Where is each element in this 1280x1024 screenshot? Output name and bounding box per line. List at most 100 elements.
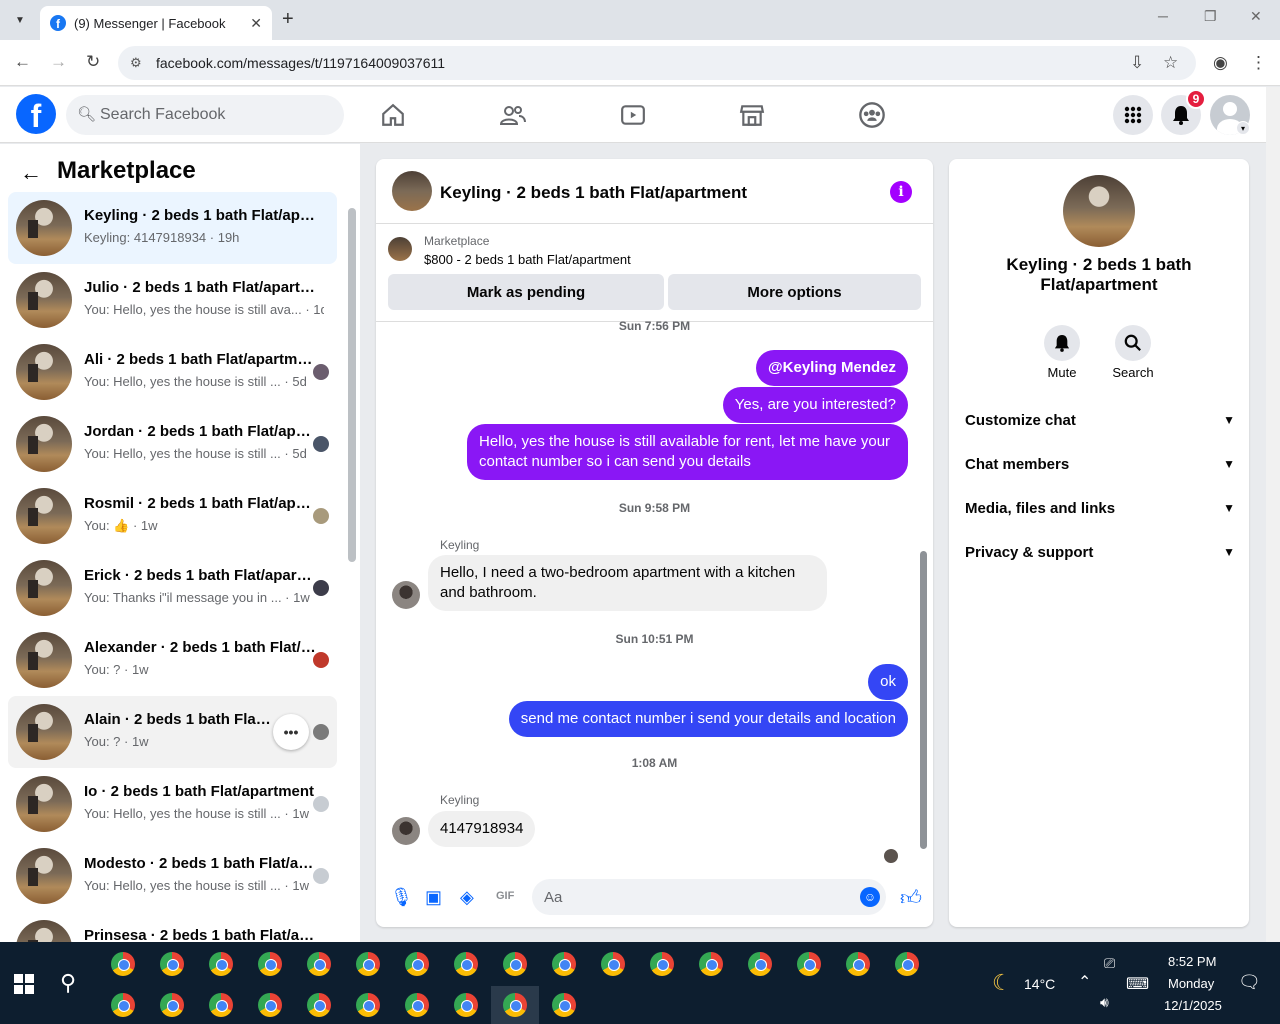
search-icon[interactable]: [1115, 325, 1151, 361]
taskbar-chrome-icon[interactable]: [209, 993, 233, 1017]
close-window-icon[interactable]: ✕: [1250, 8, 1262, 25]
taskbar-chrome-icon[interactable]: [454, 952, 478, 976]
gif-icon[interactable]: GIF: [496, 890, 514, 902]
section-media-files-links[interactable]: Media, files and links ▼: [965, 496, 1235, 520]
taskbar-chrome-icon[interactable]: [601, 952, 625, 976]
mute-bell-icon[interactable]: [1044, 325, 1080, 361]
taskbar-chrome-icon[interactable]: [405, 993, 429, 1017]
taskbar-chrome-icon[interactable]: [356, 952, 380, 976]
groups-icon[interactable]: [857, 100, 887, 130]
taskbar-chrome-icon[interactable]: [552, 993, 576, 1017]
conversation-avatar[interactable]: [392, 171, 432, 211]
sender-avatar[interactable]: [392, 817, 420, 845]
taskbar-chrome-icon[interactable]: [307, 993, 331, 1017]
taskbar-chrome-icon[interactable]: [258, 952, 282, 976]
sticker-icon[interactable]: ◈: [460, 887, 474, 908]
chat-item-ali[interactable]: Ali · 2 beds 1 bath Flat/apartment You: …: [8, 336, 337, 408]
tab-search-dropdown[interactable]: ▼: [8, 8, 32, 32]
back-icon[interactable]: ←: [14, 52, 31, 72]
taskbar-chrome-icon[interactable]: [503, 993, 527, 1017]
taskbar-chrome-icon[interactable]: [160, 952, 184, 976]
menu-grid-icon[interactable]: [1113, 95, 1153, 135]
listing-avatar-large[interactable]: [1063, 175, 1135, 247]
taskbar-chrome-icon[interactable]: [699, 952, 723, 976]
taskbar-search-icon[interactable]: ⚲: [60, 970, 76, 996]
forward-icon[interactable]: →: [50, 52, 67, 72]
clock-time[interactable]: 8:52 PM: [1168, 954, 1216, 969]
chevron-down-icon[interactable]: ▾: [1236, 121, 1250, 135]
chat-list-scrollbar[interactable]: [348, 208, 356, 562]
info-icon[interactable]: i: [890, 181, 912, 203]
message-outgoing[interactable]: send me contact number i send your detai…: [508, 701, 908, 737]
taskbar-app-icon[interactable]: [111, 952, 135, 976]
more-options-button[interactable]: More options: [668, 274, 921, 310]
taskbar-chrome-icon[interactable]: [454, 993, 478, 1017]
section-chat-members[interactable]: Chat members ▼: [965, 452, 1235, 476]
notification-center-icon[interactable]: 🗨︎: [1238, 972, 1261, 993]
meet-icon[interactable]: ⎚: [1104, 955, 1115, 972]
minimize-icon[interactable]: ─: [1158, 8, 1168, 24]
clock-date[interactable]: 12/1/2025: [1164, 998, 1222, 1013]
url-field[interactable]: ⚙ facebook.com/messages/t/11971640090376…: [118, 46, 1196, 80]
weather-moon-icon[interactable]: ☾: [992, 970, 1012, 996]
show-hidden-icons-icon[interactable]: ⌃: [1078, 972, 1091, 992]
taskbar-chrome-icon[interactable]: [111, 993, 135, 1017]
chat-item-prinsesa[interactable]: Prinsesa · 2 beds 1 bath Flat/apartment: [8, 912, 337, 942]
taskbar-chrome-icon[interactable]: [160, 993, 184, 1017]
taskbar-chrome-icon[interactable]: [258, 993, 282, 1017]
thumbs-up-icon[interactable]: 👍︎: [900, 885, 922, 911]
message-incoming[interactable]: 4147918934: [428, 811, 536, 847]
conversation-title[interactable]: Keyling · 2 beds 1 bath Flat/apartment: [440, 183, 747, 203]
sender-avatar[interactable]: [392, 581, 420, 609]
friends-icon[interactable]: [498, 100, 528, 130]
video-icon[interactable]: [618, 100, 648, 130]
photo-icon[interactable]: ▣: [425, 887, 442, 908]
marketplace-icon[interactable]: [737, 100, 767, 130]
taskbar-chrome-icon[interactable]: [846, 952, 870, 976]
message-outgoing[interactable]: Hello, yes the house is still available …: [467, 424, 908, 480]
taskbar-chrome-icon[interactable]: [552, 952, 576, 976]
taskbar-chrome-icon[interactable]: [503, 952, 527, 976]
browser-tab[interactable]: f (9) Messenger | Facebook ✕: [40, 6, 272, 40]
page-scrollbar[interactable]: [1266, 87, 1280, 942]
taskbar-chrome-icon[interactable]: [748, 952, 772, 976]
keyboard-icon[interactable]: ⌨: [1126, 974, 1149, 994]
chat-item-alexander[interactable]: Alexander · 2 beds 1 bath Flat/apartment…: [8, 624, 337, 696]
taskbar-chrome-icon[interactable]: [650, 952, 674, 976]
message-outgoing[interactable]: @Keyling Mendez: [756, 350, 908, 386]
section-customize-chat[interactable]: Customize chat ▼: [965, 408, 1235, 432]
chat-item-modesto[interactable]: Modesto · 2 beds 1 bath Flat/apartment Y…: [8, 840, 337, 912]
chat-item-jordan[interactable]: Jordan · 2 beds 1 bath Flat/apartment Yo…: [8, 408, 337, 480]
reload-icon[interactable]: ↻: [86, 52, 100, 72]
profile-icon[interactable]: ◉: [1213, 53, 1228, 73]
volume-icon[interactable]: 🔊︎: [1100, 994, 1109, 1011]
message-input[interactable]: Aa: [532, 879, 886, 915]
restore-icon[interactable]: ❐: [1204, 8, 1217, 25]
microphone-icon[interactable]: 🎙︎: [390, 887, 413, 908]
chat-item-erick[interactable]: Erick · 2 beds 1 bath Flat/apartment You…: [8, 552, 337, 624]
chat-item-io[interactable]: Io · 2 beds 1 bath Flat/apartment You: H…: [8, 768, 337, 840]
emoji-icon[interactable]: ☺: [860, 887, 880, 907]
install-app-icon[interactable]: ⇩: [1130, 53, 1144, 73]
taskbar-chrome-icon[interactable]: [797, 952, 821, 976]
message-outgoing[interactable]: ok: [868, 664, 908, 700]
more-options-icon[interactable]: •••: [273, 714, 309, 750]
clock-day[interactable]: Monday: [1168, 976, 1214, 991]
new-tab-button[interactable]: +: [282, 8, 294, 31]
chat-item-alain[interactable]: Alain · 2 beds 1 bath Flat/apartment You…: [8, 696, 337, 768]
message-incoming[interactable]: Hello, I need a two-bedroom apartment wi…: [428, 555, 827, 611]
mark-as-pending-button[interactable]: Mark as pending: [388, 274, 664, 310]
facebook-logo-icon[interactable]: f: [16, 94, 56, 134]
facebook-search-input[interactable]: 🔍︎ Search Facebook: [66, 95, 344, 135]
weather-temperature[interactable]: 14°C: [1024, 976, 1055, 992]
listing-title[interactable]: $800 - 2 beds 1 bath Flat/apartment: [424, 252, 631, 267]
site-settings-icon[interactable]: ⚙: [130, 55, 142, 71]
section-privacy-support[interactable]: Privacy & support ▼: [965, 540, 1235, 564]
chat-item-julio[interactable]: Julio · 2 beds 1 bath Flat/apartment You…: [8, 264, 337, 336]
browser-menu-icon[interactable]: ⋮: [1250, 53, 1267, 73]
chat-item-keyling[interactable]: Keyling · 2 beds 1 bath Flat/apartment K…: [8, 192, 337, 264]
windows-start-icon[interactable]: [14, 974, 34, 994]
chat-item-rosmil[interactable]: Rosmil · 2 beds 1 bath Flat/apartment Yo…: [8, 480, 337, 552]
message-outgoing[interactable]: Yes, are you interested?: [722, 387, 908, 423]
close-tab-icon[interactable]: ✕: [250, 15, 262, 32]
